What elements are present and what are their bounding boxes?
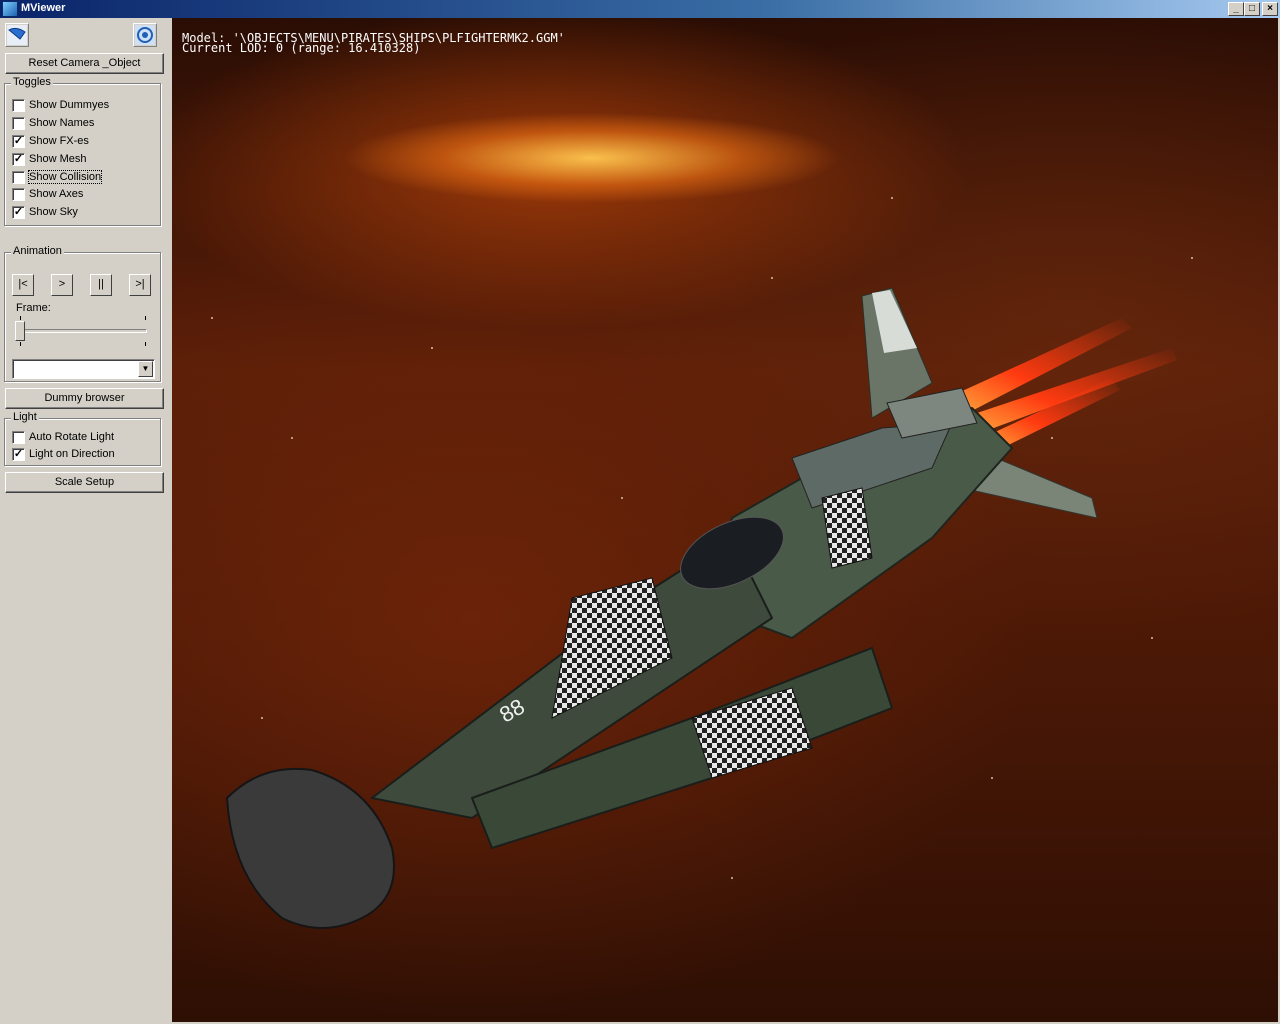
pause-button[interactable]: || [90, 274, 112, 296]
minimize-button[interactable]: _ [1228, 2, 1244, 16]
show-axes-box[interactable] [12, 188, 25, 201]
show-names-box[interactable] [12, 117, 25, 130]
show-names-label: Show Names [29, 117, 95, 129]
show-axes-label: Show Axes [29, 188, 84, 200]
show-sky-box[interactable]: ✓ [12, 206, 25, 219]
3d-viewport[interactable]: Model: '\OBJECTS\MENU\PIRATES\SHIPS\PLFI… [172, 18, 1278, 1022]
show-mesh-label: Show Mesh [29, 153, 87, 165]
show-fxes-label: Show FX-es [29, 135, 89, 147]
first-frame-button[interactable]: |< [12, 274, 34, 296]
dummy-browser-button[interactable]: Dummy browser [5, 388, 164, 409]
slider-tick [145, 316, 146, 320]
frame-slider-track[interactable] [19, 329, 147, 333]
close-button[interactable]: × [1262, 2, 1278, 16]
animation-legend: Animation [11, 245, 64, 257]
show-sky-label: Show Sky [29, 206, 78, 218]
chevron-down-icon[interactable]: ▼ [138, 361, 153, 377]
show-dummyes-box[interactable] [12, 99, 25, 112]
toggles-group: Toggles Show Dummyes Show Names ✓ Show F… [4, 76, 161, 226]
camera-target-icon[interactable] [133, 23, 157, 47]
wing-model-icon[interactable] [5, 23, 29, 47]
last-frame-button[interactable]: >| [129, 274, 151, 296]
play-button[interactable]: > [51, 274, 73, 296]
scale-setup-button[interactable]: Scale Setup [5, 472, 164, 493]
slider-tick [20, 316, 21, 320]
animation-select[interactable]: ▼ [12, 359, 155, 379]
toggles-legend: Toggles [11, 76, 53, 88]
show-dummyes-label: Show Dummyes [29, 99, 110, 111]
show-fxes-box[interactable]: ✓ [12, 135, 25, 148]
title-bar[interactable]: MViewer _ □ × [0, 0, 1280, 18]
light-group: Light Auto Rotate Light ✓ Light on Direc… [4, 411, 161, 466]
control-panel: Reset Camera _Object Toggles Show Dummye… [0, 18, 172, 1024]
mviewer-app-icon[interactable] [2, 1, 18, 17]
spaceship-model [211, 197, 1193, 929]
show-mesh-box[interactable]: ✓ [12, 153, 25, 166]
window-title: MViewer [21, 2, 66, 14]
maximize-button[interactable]: □ [1244, 2, 1260, 16]
reset-camera-button[interactable]: Reset Camera _Object [5, 53, 164, 74]
frame-slider-thumb[interactable] [15, 321, 25, 341]
auto-rotate-light-box[interactable] [12, 431, 25, 444]
light-on-direction-label: Light on Direction [29, 448, 115, 460]
lod-readout: Current LOD: 0 (range: 16.410328) [182, 41, 421, 55]
light-on-direction-box[interactable]: ✓ [12, 448, 25, 461]
light-legend: Light [11, 411, 39, 423]
slider-tick [20, 342, 21, 346]
auto-rotate-light-label: Auto Rotate Light [29, 431, 115, 443]
show-collision-box[interactable] [12, 171, 25, 184]
animation-group: Animation |< > || >| Frame: ▼ [4, 245, 161, 382]
slider-tick [145, 342, 146, 346]
show-collision-label: Show Collision [27, 170, 103, 184]
frame-label: Frame: [16, 302, 51, 314]
